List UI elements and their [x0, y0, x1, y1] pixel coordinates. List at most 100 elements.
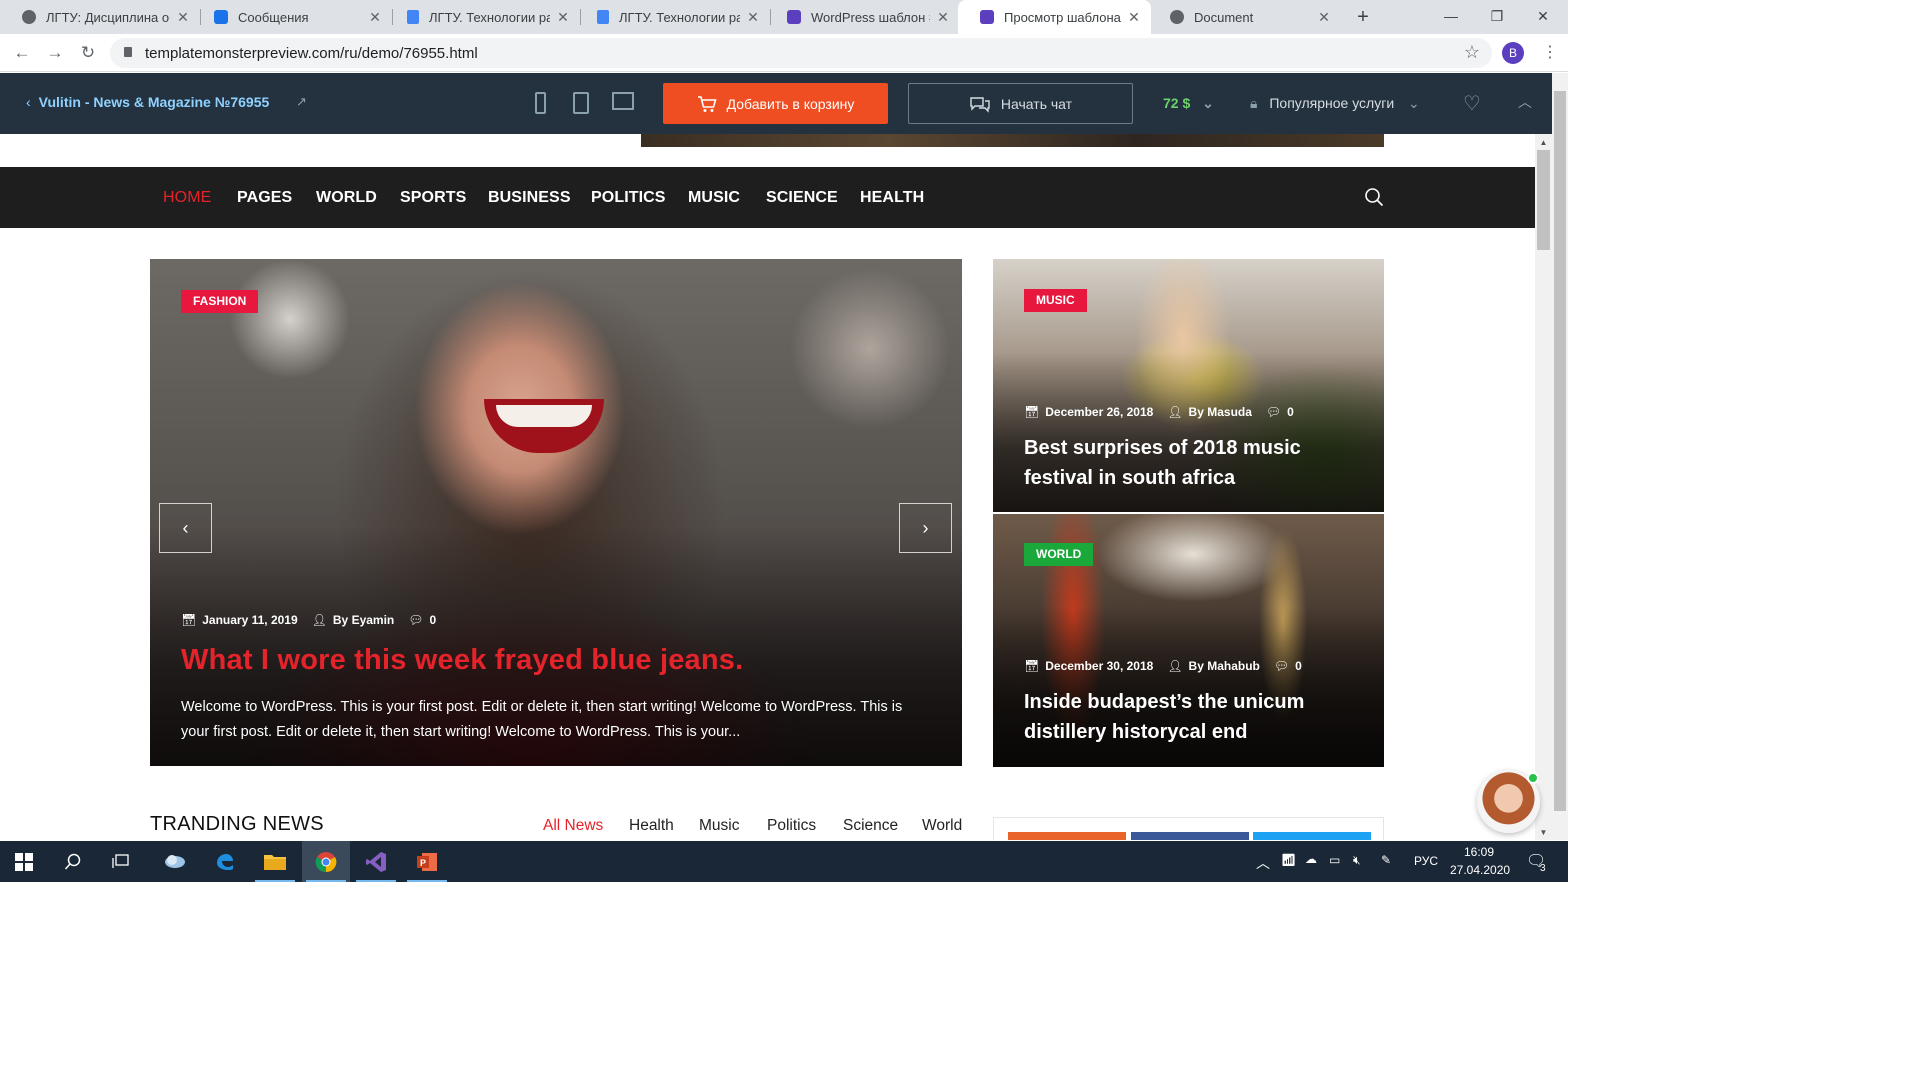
close-tab-icon[interactable]: ✕	[368, 9, 382, 26]
mobile-view-icon[interactable]	[535, 92, 546, 114]
post-comments[interactable]: 0	[1287, 405, 1294, 419]
card-title[interactable]: Inside budapest’s the unicum distillery …	[1024, 687, 1354, 747]
post-author[interactable]: By Masuda	[1189, 405, 1252, 419]
scrollbar-thumb[interactable]	[1537, 150, 1550, 250]
post-date[interactable]: December 30, 2018	[1045, 659, 1153, 673]
reload-button[interactable]: ↻	[77, 42, 99, 64]
post-author[interactable]: By Mahabub	[1189, 659, 1260, 673]
start-chat-button[interactable]: Начать чат	[908, 83, 1133, 124]
browser-tab[interactable]: ЛГТУ. Технологии раз ✕	[385, 0, 580, 34]
collapse-bar-icon[interactable]: ︿	[1518, 92, 1532, 112]
forward-button[interactable]: →	[44, 42, 66, 64]
featured-card[interactable]: WORLD 📅︎ December 30, 2018 👤︎ By Mahabub 💬…	[993, 514, 1384, 767]
hero-slide[interactable]: FASHION ‹ › 📅︎ January 11, 2019 👤︎ By Eyam…	[150, 259, 962, 766]
nav-item-health[interactable]: HEALTH	[860, 189, 924, 207]
post-date[interactable]: December 26, 2018	[1045, 405, 1153, 419]
nav-item-world[interactable]: WORLD	[316, 189, 377, 207]
clock-date[interactable]: 27.04.2020	[1450, 863, 1510, 877]
featured-card[interactable]: MUSIC 📅︎ December 26, 2018 👤︎ By Masuda 💬︎…	[993, 259, 1384, 512]
browser-menu-icon[interactable]: ⋮	[1542, 42, 1558, 62]
post-author[interactable]: By Eyamin	[333, 613, 394, 627]
category-badge[interactable]: FASHION	[181, 290, 259, 313]
social-button[interactable]	[1131, 832, 1249, 840]
tablet-view-icon[interactable]	[573, 92, 589, 114]
onedrive-icon[interactable]: ☁︎	[1305, 852, 1317, 866]
close-tab-icon[interactable]: ✕	[556, 9, 570, 26]
add-to-cart-button[interactable]: Добавить в корзину	[663, 83, 888, 124]
popular-services-dropdown[interactable]: 🔒︎ Популярное услуги ⌄	[1250, 95, 1420, 112]
task-view-button[interactable]	[98, 841, 146, 882]
post-comments[interactable]: 0	[1295, 659, 1302, 673]
scroll-down-icon[interactable]: ▼	[1535, 826, 1552, 840]
close-window-button[interactable]: ✕	[1520, 0, 1566, 34]
nav-item-music[interactable]: MUSIC	[688, 189, 740, 207]
minimize-button[interactable]: —	[1428, 0, 1474, 34]
price-dropdown[interactable]: 72 $ ⌄	[1163, 95, 1214, 112]
trending-tab-health[interactable]: Health	[629, 817, 674, 835]
start-button[interactable]	[0, 841, 48, 882]
page-scrollbar[interactable]: ▲ ▼	[1535, 134, 1552, 840]
slider-prev-button[interactable]: ‹	[159, 503, 212, 553]
taskbar-app-powerpoint[interactable]: P	[403, 841, 451, 882]
browser-tab[interactable]: ЛГТУ: Дисциплина об ✕	[0, 0, 200, 34]
clock-time[interactable]: 16:09	[1464, 845, 1494, 859]
hero-post-title[interactable]: What I wore this week frayed blue jeans.	[181, 644, 743, 677]
search-icon[interactable]	[1364, 187, 1384, 207]
browser-tab[interactable]: WordPress шаблон #7( ✕	[765, 0, 960, 34]
visual-studio-icon	[366, 851, 386, 872]
pen-icon[interactable]: ✎	[1381, 853, 1391, 867]
trending-tab-music[interactable]: Music	[699, 817, 739, 835]
post-comments[interactable]: 0	[429, 613, 436, 627]
search-button[interactable]	[49, 841, 97, 882]
trending-tab-world[interactable]: World	[922, 817, 962, 835]
nav-item-home[interactable]: HOME	[163, 189, 211, 207]
slider-next-button[interactable]: ›	[899, 503, 952, 553]
show-hidden-icons[interactable]: ︿	[1256, 853, 1270, 873]
template-back-link[interactable]: ‹ Vulitin - News & Magazine №76955	[26, 94, 269, 110]
browser-tab[interactable]: Сообщения ✕	[192, 0, 392, 34]
social-button[interactable]	[1008, 832, 1126, 840]
nav-item-science[interactable]: SCIENCE	[766, 189, 838, 207]
external-link-icon[interactable]: ↗	[296, 94, 307, 110]
close-tab-icon[interactable]: ✕	[936, 9, 950, 26]
nav-item-business[interactable]: BUSINESS	[488, 189, 571, 207]
nav-item-politics[interactable]: POLITICS	[591, 189, 666, 207]
new-tab-button[interactable]: +	[1352, 5, 1374, 29]
taskbar-app-chrome[interactable]	[302, 841, 350, 882]
browser-tab[interactable]: Document ✕	[1148, 0, 1341, 34]
browser-tab[interactable]: ЛГТУ. Технологии раз ✕	[575, 0, 770, 34]
scrollbar-thumb[interactable]	[1554, 91, 1566, 811]
language-indicator[interactable]: РУС	[1414, 854, 1438, 868]
nav-item-sports[interactable]: SPORTS	[400, 189, 466, 207]
social-button[interactable]	[1253, 832, 1371, 840]
close-tab-icon[interactable]: ✕	[746, 9, 760, 26]
card-title[interactable]: Best surprises of 2018 music festival in…	[1024, 433, 1354, 493]
url-field[interactable]: templatemonsterpreview.com/ru/demo/76955…	[110, 38, 1492, 68]
restore-button[interactable]: ❐	[1474, 0, 1520, 34]
category-badge[interactable]: WORLD	[1024, 543, 1094, 566]
taskbar-app-weather[interactable]	[151, 841, 199, 882]
browser-tab-active[interactable]: Просмотр шаблона N ✕	[958, 0, 1151, 34]
taskbar-app-visual-studio[interactable]	[352, 841, 400, 882]
bookmark-star-icon[interactable]: ☆	[1464, 42, 1480, 63]
taskbar-app-explorer[interactable]	[251, 841, 299, 882]
close-tab-icon[interactable]: ✕	[1127, 9, 1141, 26]
close-tab-icon[interactable]: ✕	[1317, 9, 1331, 26]
volume-icon[interactable]: 🔇︎	[1353, 853, 1361, 868]
trending-tab-all[interactable]: All News	[543, 817, 603, 835]
frame-scrollbar[interactable]	[1552, 73, 1568, 840]
network-icon[interactable]: 📶︎	[1281, 853, 1296, 867]
scroll-up-icon[interactable]: ▲	[1535, 136, 1552, 150]
battery-icon[interactable]: ▭	[1329, 853, 1340, 867]
nav-item-pages[interactable]: PAGES	[237, 189, 292, 207]
trending-tab-politics[interactable]: Politics	[767, 817, 816, 835]
close-tab-icon[interactable]: ✕	[176, 9, 190, 26]
trending-tab-science[interactable]: Science	[843, 817, 898, 835]
category-badge[interactable]: MUSIC	[1024, 289, 1087, 312]
profile-avatar[interactable]: B	[1502, 42, 1524, 64]
taskbar-app-edge[interactable]	[201, 841, 249, 882]
desktop-view-icon[interactable]	[612, 92, 634, 110]
back-button[interactable]: ←	[11, 42, 33, 64]
heart-icon[interactable]: ♡	[1463, 91, 1481, 116]
post-date[interactable]: January 11, 2019	[202, 613, 297, 627]
